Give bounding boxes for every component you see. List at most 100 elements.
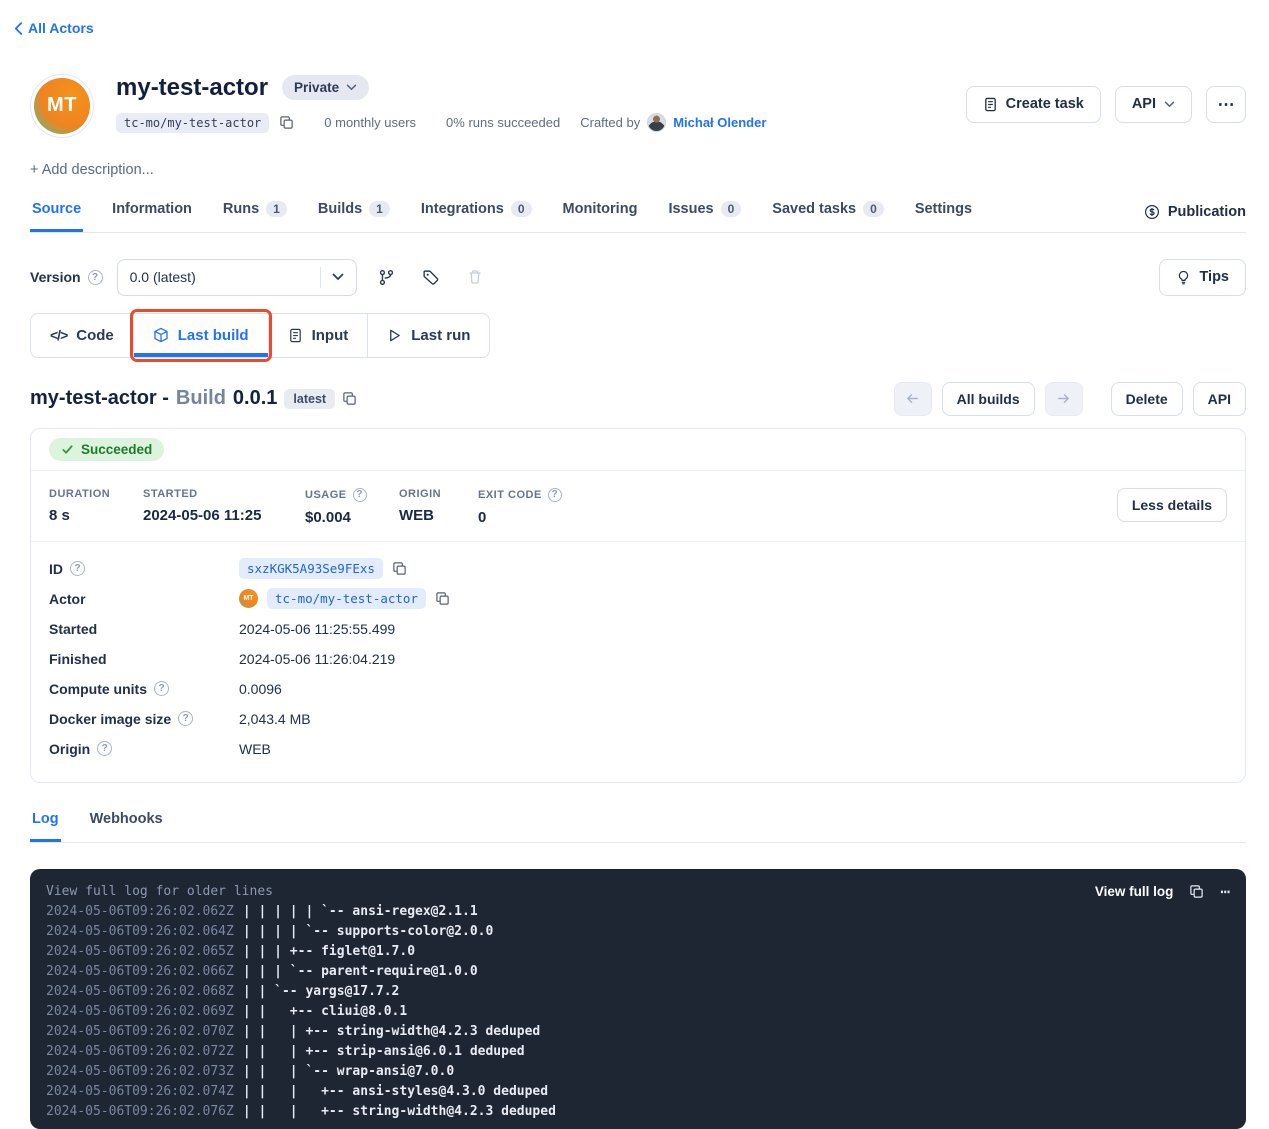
view-full-log-button[interactable]: View full log [1095, 882, 1174, 902]
tab-label: Source [32, 201, 81, 217]
version-select[interactable]: 0.0 (latest) [117, 259, 357, 296]
subtab-input[interactable]: Input [269, 313, 369, 358]
build-api-button[interactable]: API [1193, 382, 1246, 416]
build-title: my-test-actor - Build 0.0.1 latest [30, 387, 357, 410]
detail-row-origin: Origin WEB [49, 734, 1227, 764]
stat-label: DURATION [49, 488, 143, 500]
visibility-label: Private [294, 80, 339, 95]
help-icon[interactable] [88, 270, 103, 285]
version-select-value: 0.0 (latest) [130, 269, 320, 285]
build-details: IDsxzKGK5A93Se9FExsActorMTtc-mo/my-test-… [31, 542, 1245, 782]
chevron-down-icon [1164, 101, 1175, 108]
detail-value: WEB [239, 741, 271, 757]
visibility-dropdown[interactable]: Private [282, 75, 369, 100]
tab-count-badge: 0 [511, 201, 532, 217]
detail-row-docker-image-size: Docker image size2,043.4 MB [49, 704, 1227, 734]
actor-avatar-initials: MT [34, 78, 90, 134]
help-icon[interactable] [154, 681, 169, 696]
copy-icon[interactable] [435, 591, 450, 606]
delete-version-icon[interactable] [457, 259, 493, 295]
help-icon[interactable] [178, 711, 193, 726]
log-timestamp: 2024-05-06T09:26:02.074Z [46, 1084, 234, 1099]
tab-log[interactable]: Log [30, 807, 61, 842]
tab-builds[interactable]: Builds1 [316, 197, 392, 232]
copy-log-icon[interactable] [1189, 884, 1204, 899]
tab-integrations[interactable]: Integrations0 [419, 197, 534, 232]
log-timestamp: 2024-05-06T09:26:02.064Z [46, 924, 234, 939]
create-task-button[interactable]: Create task [966, 86, 1101, 123]
subtab-last-build[interactable]: Last build [134, 313, 269, 358]
build-title-version: 0.0.1 [233, 387, 277, 410]
older-lines-link[interactable]: View full log for older lines [46, 882, 273, 902]
add-description-link[interactable]: + Add description... [30, 162, 154, 178]
more-actions-button[interactable] [1206, 86, 1246, 123]
stat-label: STARTED [143, 488, 305, 500]
tab-source[interactable]: Source [30, 197, 83, 232]
help-icon[interactable] [353, 488, 367, 502]
log-text: | | | | | `-- ansi-regex@2.1.1 [243, 904, 478, 919]
tag-icon[interactable] [413, 259, 449, 295]
copy-handle-icon[interactable] [279, 115, 294, 130]
tab-information[interactable]: Information [110, 197, 194, 232]
tab-publication[interactable]: Publication [1144, 204, 1246, 232]
log-line: 2024-05-06T09:26:02.072Z| | | +-- strip-… [46, 1042, 1230, 1062]
monthly-users-stat: 0 monthly users [324, 115, 416, 130]
actor-header: MT my-test-actor Private tc-mo/my-test-a… [30, 74, 1246, 138]
tab-issues[interactable]: Issues0 [666, 197, 743, 232]
delete-build-button[interactable]: Delete [1111, 382, 1183, 416]
detail-value: sxzKGK5A93Se9FExs [239, 558, 407, 579]
all-builds-button[interactable]: All builds [942, 382, 1035, 416]
actor-handle-chip[interactable]: tc-mo/my-test-actor [116, 113, 269, 133]
log-text: | | | +-- strip-ansi@6.0.1 deduped [243, 1044, 525, 1059]
tab-runs[interactable]: Runs1 [221, 197, 289, 232]
log-menu-button[interactable] [1220, 882, 1230, 901]
stat-value: 8 s [49, 507, 143, 524]
runs-succeeded-stat: 0% runs succeeded [446, 115, 560, 130]
log-text: | | | +-- ansi-styles@4.3.0 deduped [243, 1084, 548, 1099]
detail-label-text: Origin [49, 741, 90, 757]
subtab-code[interactable]: </>Code [30, 313, 134, 358]
help-icon[interactable] [97, 741, 112, 756]
detail-row-started: Started2024-05-06 11:25:55.499 [49, 614, 1227, 644]
tips-button[interactable]: Tips [1159, 259, 1246, 296]
git-branch-icon[interactable] [369, 259, 405, 295]
stat-value: 2024-05-06 11:25 [143, 507, 305, 524]
copy-icon[interactable] [392, 561, 407, 576]
detail-label-text: Docker image size [49, 711, 171, 727]
tab-webhooks[interactable]: Webhooks [88, 807, 165, 842]
value-chip[interactable]: tc-mo/my-test-actor [267, 588, 426, 609]
next-build-button[interactable] [1045, 382, 1083, 416]
copy-build-icon[interactable] [342, 391, 357, 406]
value-chip[interactable]: sxzKGK5A93Se9FExs [239, 558, 383, 579]
detail-label: Actor [49, 591, 239, 607]
detail-row-actor: Actor MT tc-mo/my-test-actor [49, 584, 1227, 614]
stat-origin: ORIGINWEB [399, 488, 478, 526]
tips-label: Tips [1199, 269, 1229, 285]
api-dropdown-button[interactable]: API [1115, 86, 1192, 123]
less-details-button[interactable]: Less details [1117, 488, 1227, 522]
actor-mini-avatar: MT [239, 589, 258, 608]
detail-label: Finished [49, 651, 239, 667]
detail-label-text: Actor [49, 591, 86, 607]
detail-label: Origin [49, 741, 239, 757]
help-icon[interactable] [70, 561, 85, 576]
tab-label: Information [112, 201, 192, 217]
value-text: 2024-05-06 11:26:04.219 [239, 651, 395, 667]
tab-count-badge: 1 [369, 201, 390, 217]
stat-label-text: DURATION [49, 488, 110, 500]
tab-monitoring[interactable]: Monitoring [561, 197, 640, 232]
help-icon[interactable] [548, 488, 562, 502]
tab-saved-tasks[interactable]: Saved tasks0 [770, 197, 886, 232]
create-task-label: Create task [1006, 96, 1084, 112]
tab-label: Runs [223, 201, 259, 217]
previous-build-button[interactable] [894, 382, 932, 416]
subtab-last-run[interactable]: Last run [368, 313, 490, 358]
api-label: API [1132, 96, 1156, 112]
subtab-label: Code [76, 327, 114, 344]
check-icon [61, 443, 74, 456]
breadcrumb[interactable]: All Actors [14, 20, 94, 36]
tab-settings[interactable]: Settings [913, 197, 974, 232]
author-link[interactable]: Michał Olender [673, 115, 766, 130]
arrow-left-icon [905, 391, 920, 406]
stat-value: 0 [478, 509, 562, 526]
